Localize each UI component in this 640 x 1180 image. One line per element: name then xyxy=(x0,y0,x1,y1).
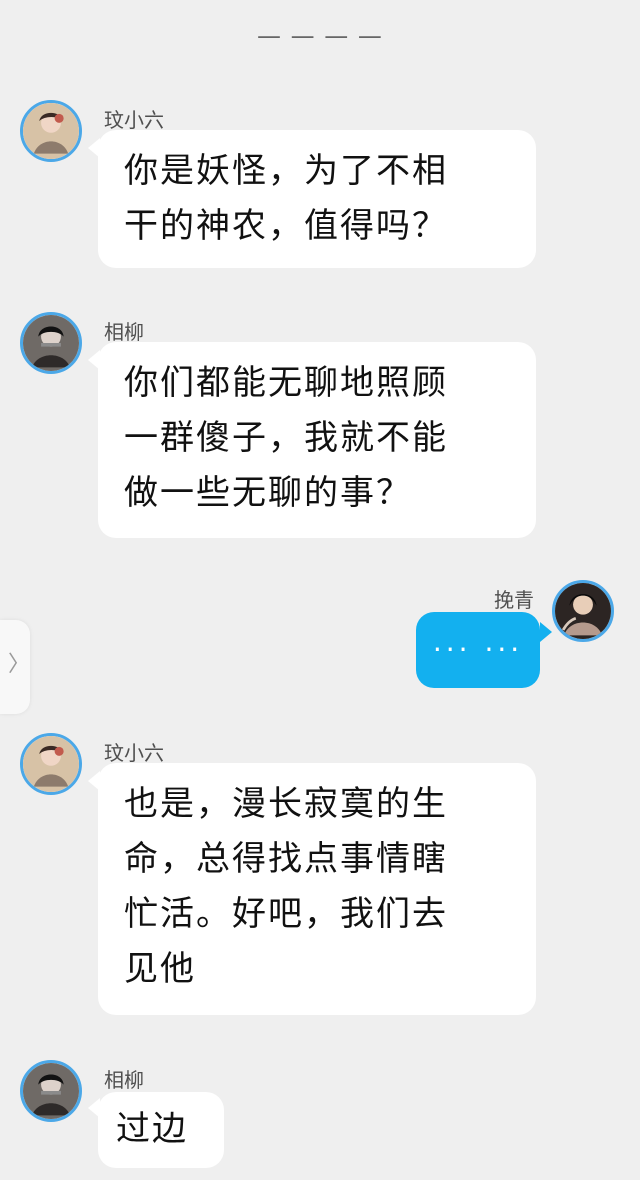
chat-message-1: 玟小六 你是妖怪，为了不相 干的神农，值得吗？ xyxy=(0,100,640,270)
top-drag-indicator: — — — — xyxy=(257,22,383,50)
bubble-tail xyxy=(540,622,552,642)
woman-avatar-icon[interactable] xyxy=(20,100,82,162)
sender-name: 相柳 xyxy=(104,1068,144,1092)
message-bubble[interactable]: ··· ··· xyxy=(416,612,540,688)
man-avatar-icon[interactable] xyxy=(20,1060,82,1122)
chat-message-5: 相柳 过边 xyxy=(0,1060,640,1170)
message-bubble[interactable]: 你们都能无聊地照顾 一群傻子，我就不能 做一些无聊的事？ xyxy=(98,342,536,538)
chat-message-3: 挽青 ··· ··· xyxy=(0,580,640,690)
sender-name: 玟小六 xyxy=(104,741,164,765)
message-bubble[interactable]: 也是，漫长寂寞的生 命，总得找点事情瞎 忙活。好吧，我们去 见他 xyxy=(98,763,536,1015)
chat-message-4: 玟小六 也是，漫长寂寞的生 命，总得找点事情瞎 忙活。好吧，我们去 见他 xyxy=(0,733,640,1021)
message-bubble[interactable]: 过边 xyxy=(98,1092,224,1168)
chat-message-2: 相柳 你们都能无聊地照顾 一群傻子，我就不能 做一些无聊的事？ xyxy=(0,312,640,542)
message-bubble[interactable]: 你是妖怪，为了不相 干的神农，值得吗？ xyxy=(98,130,536,268)
sender-name: 玟小六 xyxy=(104,108,164,132)
man-avatar-icon[interactable] xyxy=(20,312,82,374)
girl-avatar-icon[interactable] xyxy=(552,580,614,642)
sender-name: 相柳 xyxy=(104,320,144,344)
sender-name: 挽青 xyxy=(494,588,534,612)
woman-avatar-icon[interactable] xyxy=(20,733,82,795)
